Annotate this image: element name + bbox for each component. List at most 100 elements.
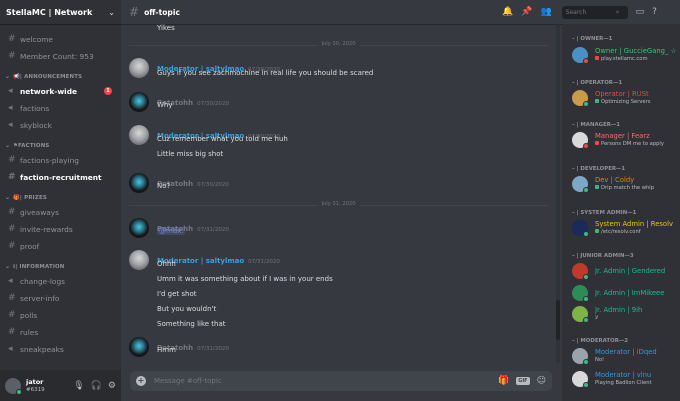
member-list[interactable]: – | OWNER—1 Owner | GuccieGang_ ☆ play.s…	[562, 24, 680, 401]
channel-label: polls	[20, 310, 38, 320]
category-information[interactable]: ⌄ ℹ | INFORMATION	[0, 260, 121, 273]
channel-label: factions-playing	[20, 155, 79, 165]
category-label: | PRIZES	[19, 194, 47, 201]
member-status: Persons DM me to apply	[595, 141, 678, 147]
channel-polls[interactable]: # polls	[3, 307, 118, 323]
member-name: Moderator | vlnu	[595, 371, 652, 379]
members-icon[interactable]: 👥	[540, 7, 551, 17]
channel-member-count[interactable]: # Member Count: 953	[3, 48, 118, 64]
channel-skyblock[interactable]: ◂ skyblock	[3, 117, 118, 133]
plus-icon[interactable]: +	[136, 376, 146, 386]
member-item[interactable]: Jr. Admin | Gendered	[572, 261, 678, 281]
search-box[interactable]: ⌕	[561, 5, 628, 19]
avatar[interactable]	[129, 173, 149, 193]
server-header[interactable]: StellaMC | Network ⌄	[0, 0, 121, 24]
member-name: Manager | Fearz	[595, 132, 650, 140]
member-name: Dev | Coldy	[595, 176, 635, 184]
channel-proof[interactable]: # proof	[3, 238, 118, 254]
hash-icon: #	[8, 293, 16, 303]
category-prizes[interactable]: ⌄ 🎁 | PRIZES	[0, 191, 121, 204]
message-list[interactable]: Yikes July 30, 2020 Moderator | saltylma…	[121, 24, 556, 363]
avatar[interactable]	[129, 125, 149, 145]
member-item[interactable]: Moderator | vlnu Playing Badlion Client	[572, 369, 678, 389]
timestamp: 07/31/2020	[197, 346, 229, 352]
user-tag: #6319	[26, 386, 45, 393]
channel-server-info[interactable]: # server-info	[3, 290, 118, 306]
status-emoji-icon	[595, 56, 599, 60]
avatar[interactable]	[5, 377, 22, 395]
avatar[interactable]	[129, 92, 149, 112]
role-header: – | MANAGER—1	[572, 122, 621, 128]
user-mention[interactable]: @max.	[157, 227, 186, 235]
status-dot	[583, 58, 589, 64]
status-dot	[583, 231, 589, 237]
message-text: Yikes	[157, 24, 175, 32]
member-name: Owner | GuccieGang_ ☆	[595, 47, 677, 55]
timestamp: 07/31/2020	[197, 227, 229, 233]
category-announcements[interactable]: ⌄ 📢 | ANNOUNCEMENTS	[0, 70, 121, 83]
emoji-icon[interactable]: ☺	[537, 376, 546, 386]
chevron-down-icon[interactable]: ⌄	[108, 8, 115, 17]
channel-change-logs[interactable]: ◂ change-logs	[3, 273, 118, 289]
channel-invite-rewards[interactable]: # invite-rewards	[3, 221, 118, 237]
message-text: But you wouldn't	[157, 305, 217, 313]
scrollbar-thumb[interactable]	[556, 300, 560, 340]
discord-app: StellaMC | Network ⌄ # welcome # Member Co…	[0, 0, 680, 401]
member-status: /etc/resolv.conf	[595, 229, 678, 235]
member-item[interactable]: Manager | Fearz Persons DM me to apply	[572, 130, 678, 150]
channel-rules[interactable]: # rules	[3, 324, 118, 340]
status-emoji-icon	[595, 185, 599, 189]
channel-giveaways[interactable]: # giveaways	[3, 204, 118, 220]
channel-faction-recruitment[interactable]: # faction-recruitment	[3, 169, 118, 185]
help-icon[interactable]: ?	[652, 7, 657, 17]
message-input[interactable]	[154, 377, 491, 385]
hash-icon: #	[8, 310, 16, 320]
member-item[interactable]: Dev | Coldy Drip match the whip	[572, 174, 678, 194]
headphones-icon[interactable]: 🎧	[91, 381, 102, 391]
member-item[interactable]: System Admin | Resolv /etc/resolv.conf	[572, 218, 678, 238]
status-dot	[583, 382, 589, 388]
channel-sneakpeaks[interactable]: ◂ sneakpeaks	[3, 341, 118, 357]
member-name: Jr. Admin | 9ih	[595, 306, 643, 314]
message-text: Guys if you see zachmochine in real life…	[157, 69, 374, 77]
message-text: No?	[157, 182, 171, 190]
avatar[interactable]	[129, 337, 149, 357]
channel-title: off-topic	[144, 7, 180, 17]
header-toolbar: 🔔 📌 👥 ⌕ ▭ ?	[502, 0, 680, 24]
channel-network-wide[interactable]: ◂ network-wide 1	[3, 83, 118, 99]
member-item[interactable]: Jr. Admin | 9ih ﻻ	[572, 304, 678, 324]
bell-icon[interactable]: 🔔	[502, 7, 513, 17]
online-status-dot	[16, 388, 22, 395]
channel-factions[interactable]: ◂ factions	[3, 100, 118, 116]
channel-welcome[interactable]: # welcome	[3, 31, 118, 47]
avatar[interactable]	[129, 250, 149, 270]
member-status: play.stellamc.com	[595, 56, 678, 62]
date-divider-label: July 31, 2020	[317, 201, 360, 207]
inbox-icon[interactable]: ▭	[636, 7, 645, 17]
pin-icon[interactable]: 📌	[521, 7, 532, 17]
gear-icon[interactable]: ⚙	[108, 381, 116, 391]
search-input[interactable]	[565, 8, 616, 16]
megaphone-icon: ◂	[8, 276, 13, 286]
member-item[interactable]: Owner | GuccieGang_ ☆ play.stellamc.com	[572, 45, 678, 65]
avatar[interactable]	[129, 58, 149, 78]
channel-label: sneakpeaks	[20, 344, 64, 354]
category-factions[interactable]: ⌄ ⚑ FACTIONS	[0, 139, 121, 152]
message-text: Cuz remember what you told me huh	[157, 135, 288, 143]
channel-factions-playing[interactable]: # factions-playing	[3, 152, 118, 168]
channel-label: network-wide	[20, 86, 78, 96]
channel-label: faction-recruitment	[20, 172, 102, 182]
gift-icon[interactable]: 🎁	[498, 376, 509, 386]
member-item[interactable]: Moderator | iDqed No!	[572, 346, 678, 366]
chat-panel: # off-topic Yikes July 30, 2020 Moderato…	[121, 0, 562, 401]
member-item[interactable]: Jr. Admin | ImMikeee	[572, 283, 678, 303]
caret-down-icon: ⌄	[5, 263, 11, 270]
status-dot	[583, 101, 589, 107]
gif-button[interactable]: GIF	[516, 377, 530, 385]
avatar[interactable]	[129, 218, 149, 238]
user-info[interactable]: jator #6319	[26, 378, 67, 394]
date-divider: July 30, 2020	[129, 41, 548, 47]
member-item[interactable]: Operator | RUSt Optimizing Servers	[572, 88, 678, 108]
date-divider: July 31, 2020	[129, 201, 548, 207]
microphone-icon[interactable]: 🎙	[73, 381, 84, 391]
